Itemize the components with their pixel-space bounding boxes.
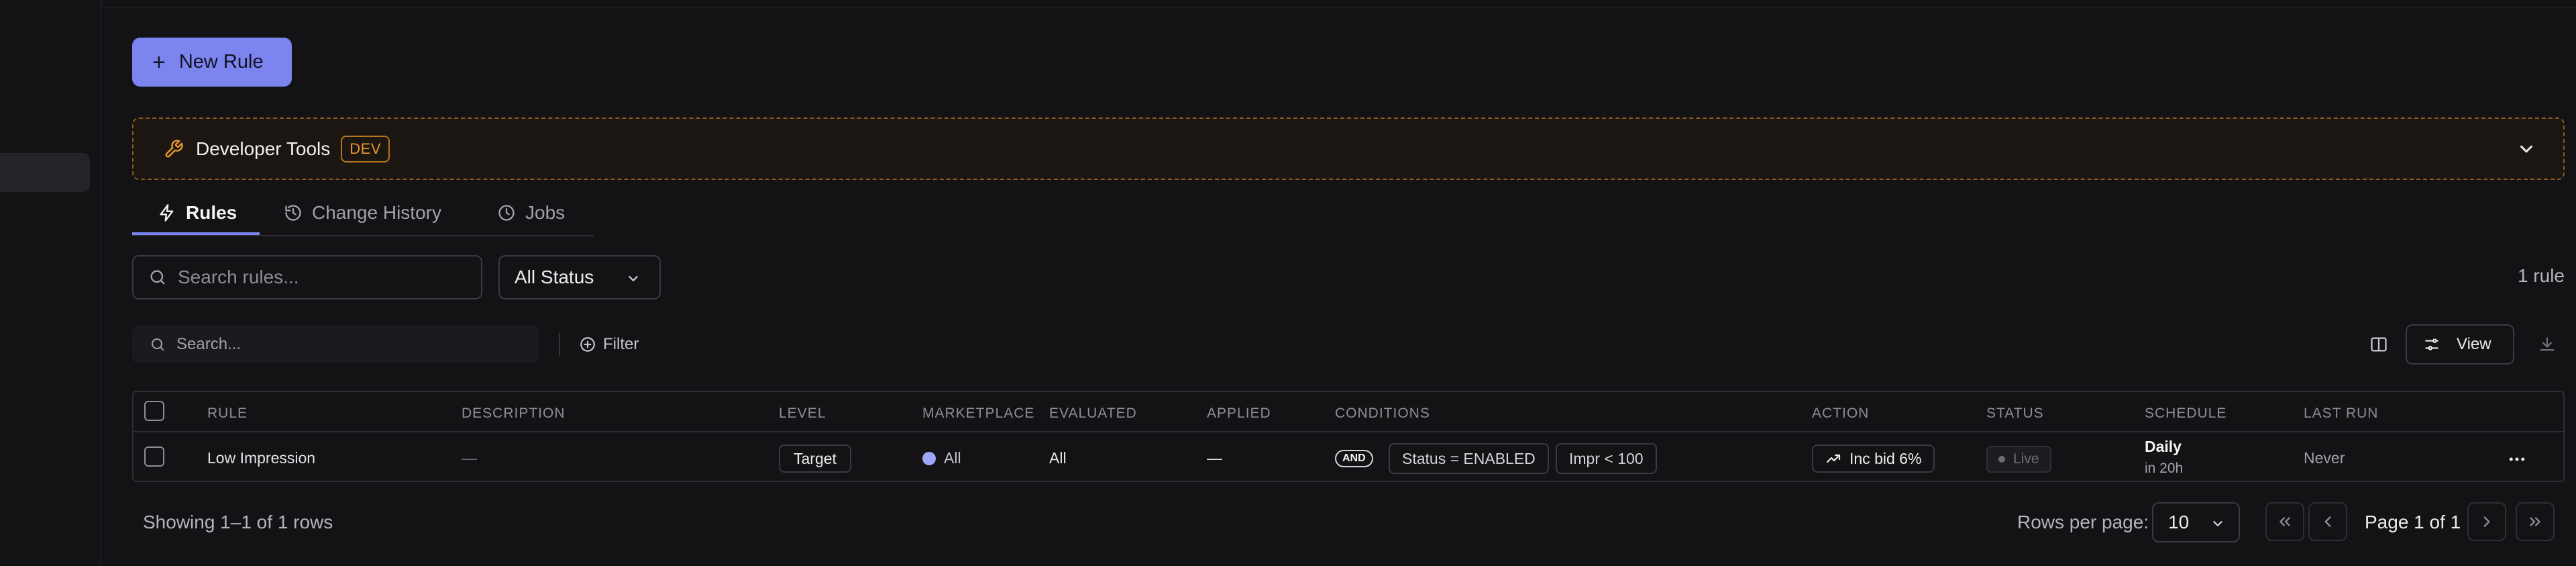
dev-badge: DEV [341, 135, 390, 162]
developer-tools-panel[interactable]: Developer Tools DEV [132, 117, 2565, 180]
previous-page-button[interactable] [2308, 502, 2347, 541]
sliders-icon [2425, 338, 2438, 350]
sidebar-item-active[interactable] [0, 153, 90, 192]
tab-change-history[interactable]: Change History [284, 189, 441, 236]
column-header-applied[interactable]: APPLIED [1207, 406, 1271, 422]
sidebar [0, 0, 101, 566]
column-header-last-run[interactable]: LAST RUN [2304, 406, 2378, 422]
trending-up-icon [1826, 454, 1841, 463]
rule-description: — [462, 449, 477, 467]
table-search-field[interactable] [132, 326, 539, 363]
filter-label: Filter [603, 335, 639, 353]
download-button[interactable] [2536, 334, 2558, 355]
column-header-evaluated[interactable]: EVALUATED [1049, 406, 1137, 422]
action-label: Inc bid 6% [1849, 449, 1922, 467]
bolt-icon [160, 204, 174, 222]
view-label: View [2457, 335, 2491, 353]
evaluated-value: All [1049, 449, 1067, 467]
next-page-button[interactable] [2467, 502, 2506, 541]
condition-chip: Impr < 100 [1556, 443, 1657, 474]
chevron-down-icon[interactable] [2516, 139, 2536, 159]
tab-label: Rules [186, 202, 237, 223]
search-rules-field[interactable] [132, 255, 482, 299]
columns-icon [2371, 337, 2387, 352]
history-icon [285, 205, 301, 221]
column-header-action[interactable]: ACTION [1812, 406, 1869, 422]
status-badge: Live [1986, 446, 2051, 473]
plus-icon: + [152, 49, 166, 75]
tab-label: Change History [312, 202, 441, 223]
column-header-status[interactable]: STATUS [1986, 406, 2044, 422]
rules-table: RULE DESCRIPTION LEVEL MARKETPLACE EVALU… [132, 391, 2565, 482]
column-header-rule[interactable]: RULE [207, 406, 248, 422]
columns-toggle-button[interactable] [2368, 334, 2390, 355]
status-select[interactable]: All Status [498, 255, 661, 299]
search-icon [150, 270, 165, 285]
column-header-conditions[interactable]: CONDITIONS [1335, 406, 1430, 422]
conditions-operator-badge: AND [1335, 450, 1373, 467]
rows-per-page-value: 10 [2168, 512, 2190, 532]
table-header: RULE DESCRIPTION LEVEL MARKETPLACE EVALU… [133, 392, 2563, 432]
chevron-down-icon [2213, 521, 2222, 526]
more-horizontal-icon [2509, 457, 2525, 461]
globe-icon [922, 452, 936, 465]
wrench-icon [165, 139, 183, 157]
row-actions-button[interactable] [2505, 447, 2529, 471]
main-content: + New Rule Developer Tools DEV Rules Cha… [132, 0, 2565, 566]
search-icon [152, 338, 164, 350]
rows-per-page-label: Rows per page: [2017, 512, 2149, 532]
developer-tools-title: Developer Tools [196, 138, 331, 159]
applied-value: — [1207, 449, 1222, 467]
rule-count: 1 rule [2517, 265, 2565, 286]
last-run-value: Never [2304, 449, 2345, 467]
select-all-checkbox[interactable] [144, 401, 164, 421]
column-header-marketplace[interactable]: MARKETPLACE [922, 406, 1034, 422]
chevron-down-icon [629, 276, 638, 281]
last-page-button[interactable] [2516, 502, 2555, 541]
toolbar-divider [559, 333, 560, 356]
schedule-next-run: in 20h [2145, 461, 2184, 476]
plus-circle-icon [580, 337, 595, 352]
chevrons-left-icon [2279, 517, 2290, 526]
status-select-value: All Status [515, 267, 594, 287]
marketplace-cell: All [922, 449, 961, 467]
column-header-description[interactable]: DESCRIPTION [462, 406, 566, 422]
search-rules-input[interactable] [178, 267, 466, 288]
status-label: Live [2013, 451, 2039, 467]
download-icon [2540, 337, 2555, 351]
view-button[interactable]: View [2406, 324, 2514, 365]
column-header-schedule[interactable]: SCHEDULE [2145, 406, 2226, 422]
tab-bar: Rules Change History Jobs [132, 189, 594, 236]
table-search-input[interactable] [176, 335, 512, 354]
filter-button[interactable]: Filter [579, 328, 639, 361]
tab-label: Jobs [525, 202, 566, 223]
condition-chip: Status = ENABLED [1389, 443, 1549, 474]
column-header-level[interactable]: LEVEL [779, 406, 826, 422]
tab-jobs[interactable]: Jobs [497, 189, 565, 236]
clock-icon [498, 205, 515, 221]
schedule-frequency: Daily [2145, 438, 2182, 455]
table-row[interactable]: Low Impression — Target All All — AND St… [133, 434, 2563, 482]
page-indicator: Page 1 of 1 [2365, 512, 2461, 532]
row-checkbox[interactable] [144, 446, 164, 467]
chevron-left-icon [2324, 516, 2331, 527]
new-rule-label: New Rule [178, 51, 264, 73]
rows-per-page-select[interactable]: 10 [2152, 502, 2240, 543]
marketplace-value: All [944, 449, 961, 467]
active-tab-indicator [132, 232, 260, 235]
rule-name[interactable]: Low Impression [207, 449, 315, 467]
action-chip: Inc bid 6% [1812, 444, 1935, 473]
pagination-summary: Showing 1–1 of 1 rows [143, 512, 333, 532]
new-rule-button[interactable]: + New Rule [132, 38, 292, 87]
status-dot [1998, 456, 2005, 463]
first-page-button[interactable] [2265, 502, 2304, 541]
chevron-right-icon [2483, 516, 2490, 527]
level-badge: Target [779, 444, 851, 473]
tab-rules[interactable]: Rules [158, 189, 237, 236]
chevrons-right-icon [2530, 517, 2540, 526]
